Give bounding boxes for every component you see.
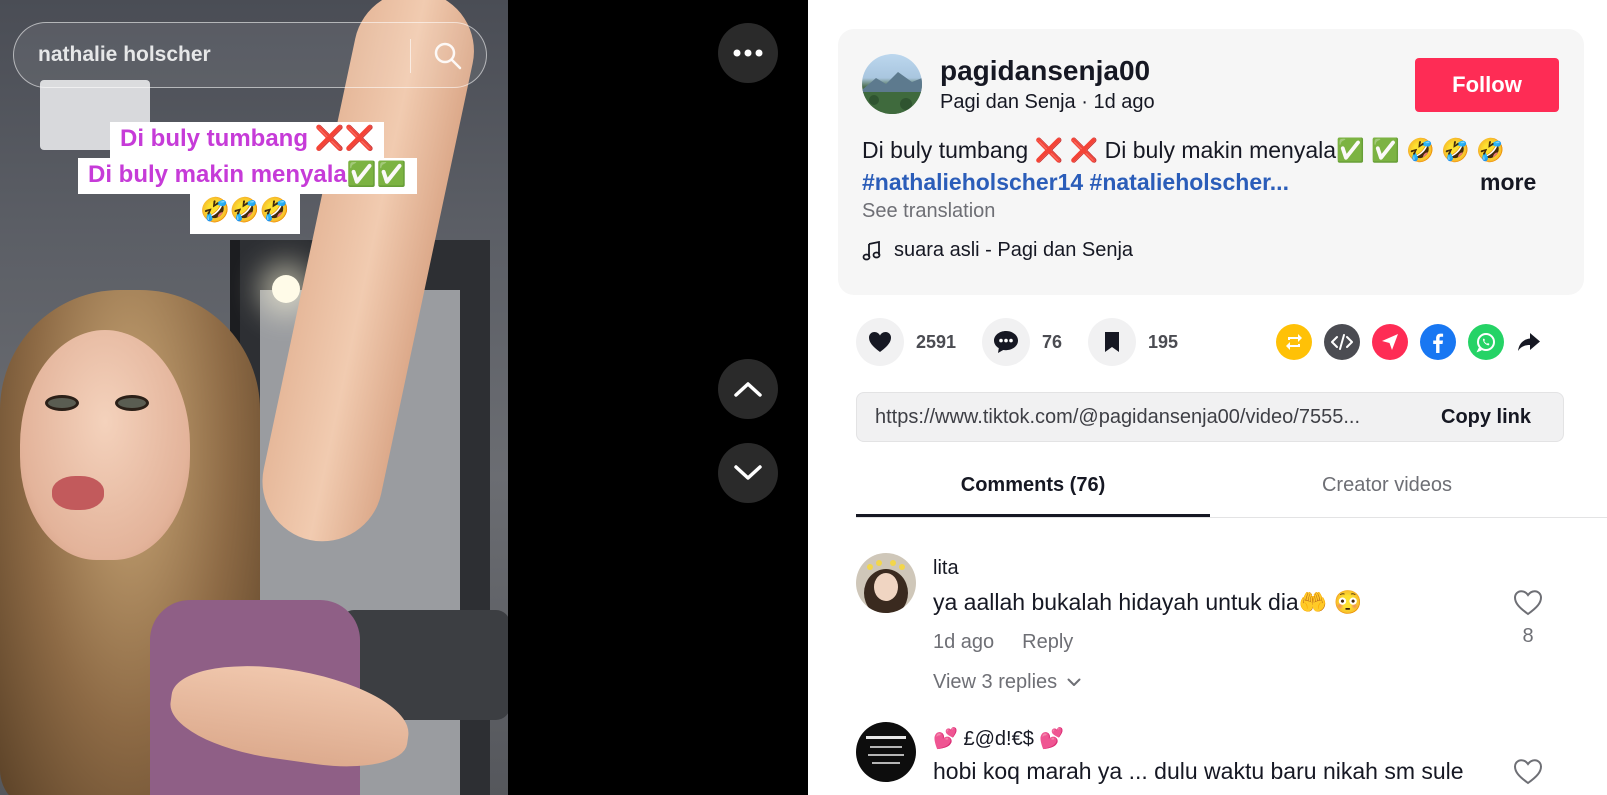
whatsapp-icon	[1476, 333, 1495, 353]
view-replies-label: View 3 replies	[933, 671, 1058, 693]
music-link[interactable]: suara asli - Pagi dan Senja	[862, 239, 1133, 262]
video-player-area[interactable]: nathalie holscher Di buly tumbang ❌❌ Di …	[0, 0, 808, 795]
left-eye	[45, 395, 79, 411]
lips	[52, 476, 104, 510]
facebook-share-button[interactable]	[1420, 324, 1456, 360]
search-divider	[410, 39, 411, 73]
more-dots-icon	[733, 49, 763, 57]
bookmark-icon	[1105, 332, 1119, 352]
search-bar[interactable]: nathalie holscher	[13, 22, 487, 88]
video-url[interactable]: https://www.tiktok.com/@pagidansenja00/v…	[875, 406, 1360, 429]
repost-icon	[1286, 334, 1302, 350]
comment-count: 76	[1042, 331, 1063, 352]
previous-video-button[interactable]	[718, 359, 778, 419]
creator-username[interactable]: pagidansenja00	[940, 55, 1150, 87]
music-title: suara asli - Pagi dan Senja	[894, 239, 1134, 261]
commenter-avatar[interactable]	[856, 722, 916, 782]
comment-time: 1d ago	[933, 631, 995, 653]
user-photo-icon	[856, 722, 916, 782]
comment-bubble-icon	[994, 331, 1018, 353]
description-more-button[interactable]: more	[1480, 169, 1536, 196]
details-panel: pagidansenja00 Pagi dan Senja · 1d ago F…	[808, 0, 1607, 795]
creator-subline: Pagi dan Senja · 1d ago	[940, 91, 1155, 114]
chevron-down-icon	[1067, 678, 1081, 686]
chevron-up-icon	[734, 382, 762, 397]
repost-button[interactable]	[1276, 324, 1312, 360]
facebook-icon	[1433, 333, 1444, 353]
video-caption-line-1: Di buly tumbang ❌❌	[110, 122, 385, 158]
embed-button[interactable]	[1324, 324, 1360, 360]
right-eye	[115, 395, 149, 411]
see-translation-link[interactable]: See translation	[862, 200, 995, 223]
like-button[interactable]	[856, 318, 904, 366]
tab-creator-videos[interactable]: Creator videos	[1210, 474, 1564, 497]
comment-like-count: 8	[1522, 625, 1534, 647]
music-note-icon	[862, 240, 881, 260]
paper-plane-icon	[1382, 334, 1398, 350]
comment-action[interactable]: 76	[982, 318, 1062, 366]
chevron-down-icon	[734, 465, 762, 480]
comment-meta: 1d ago Reply	[933, 631, 1073, 654]
active-tab-indicator	[856, 514, 1210, 517]
more-share-button[interactable]	[1511, 324, 1547, 360]
video-caption-line-2: Di buly makin menyala✅✅	[78, 158, 417, 194]
post-hashtags[interactable]: #nathalieholscher14 #natalieholscher...	[862, 169, 1289, 196]
post-description: Di buly tumbang ❌ ❌ Di buly makin menyal…	[862, 137, 1505, 163]
share-arrow-icon	[1518, 333, 1540, 351]
commenter-avatar[interactable]	[856, 553, 916, 613]
embed-code-icon	[1331, 334, 1353, 350]
post-info-card: pagidansenja00 Pagi dan Senja · 1d ago F…	[838, 29, 1584, 295]
search-icon[interactable]	[432, 40, 464, 72]
next-video-button[interactable]	[718, 443, 778, 503]
save-count: 195	[1148, 331, 1179, 352]
follow-button[interactable]: Follow	[1415, 58, 1559, 112]
like-count: 2591	[916, 331, 957, 352]
user-photo-icon	[856, 553, 916, 613]
comment-item: lita ya aallah bukalah hidayah untuk dia…	[856, 553, 1576, 693]
comment-button[interactable]	[982, 318, 1030, 366]
like-action[interactable]: 2591	[856, 318, 956, 366]
commenter-username[interactable]: 💕 £@d!€$ 💕	[933, 726, 1064, 751]
heart-outline-icon[interactable]	[1513, 589, 1543, 616]
post-time: 1d ago	[1093, 91, 1155, 113]
more-options-button[interactable]	[718, 23, 778, 83]
whatsapp-share-button[interactable]	[1468, 324, 1504, 360]
action-bar: 2591 76 195	[856, 318, 1556, 374]
separator-dot: ·	[1075, 91, 1094, 113]
lamp-light	[272, 275, 300, 303]
comment-like[interactable]	[1512, 758, 1544, 790]
tiktok-page: nathalie holscher Di buly tumbang ❌❌ Di …	[0, 0, 1607, 795]
save-action[interactable]: 195	[1088, 318, 1178, 366]
comment-text: ya aallah bukalah hidayah untuk dia🤲 😳	[933, 589, 1363, 615]
heart-icon	[869, 332, 891, 352]
reply-button[interactable]: Reply	[1022, 631, 1073, 654]
face	[20, 330, 190, 560]
comment-like[interactable]: 8	[1512, 589, 1544, 648]
view-replies-button[interactable]: View 3 replies	[933, 671, 1081, 694]
mountain-landscape-icon	[862, 72, 922, 114]
creator-avatar[interactable]	[862, 54, 922, 114]
tab-comments[interactable]: Comments (76)	[856, 474, 1210, 497]
commenter-username[interactable]: lita	[933, 557, 959, 580]
comment-item: 💕 £@d!€$ 💕 hobi koq marah ya ... dulu wa…	[856, 722, 1576, 795]
heart-outline-icon[interactable]	[1513, 758, 1543, 785]
search-input[interactable]: nathalie holscher	[38, 43, 211, 67]
creator-display-name: Pagi dan Senja	[940, 91, 1076, 113]
video-frame[interactable]: nathalie holscher Di buly tumbang ❌❌ Di …	[0, 0, 508, 795]
comment-text: hobi koq marah ya ... dulu waktu baru ni…	[933, 758, 1464, 784]
panel-tabs: Comments (76) Creator videos	[856, 462, 1607, 518]
video-caption-line-3: 🤣🤣🤣	[190, 194, 300, 234]
send-to-friends-button[interactable]	[1372, 324, 1408, 360]
save-button[interactable]	[1088, 318, 1136, 366]
copy-link-button[interactable]: Copy link	[1441, 406, 1531, 429]
video-link-box: https://www.tiktok.com/@pagidansenja00/v…	[856, 392, 1564, 442]
